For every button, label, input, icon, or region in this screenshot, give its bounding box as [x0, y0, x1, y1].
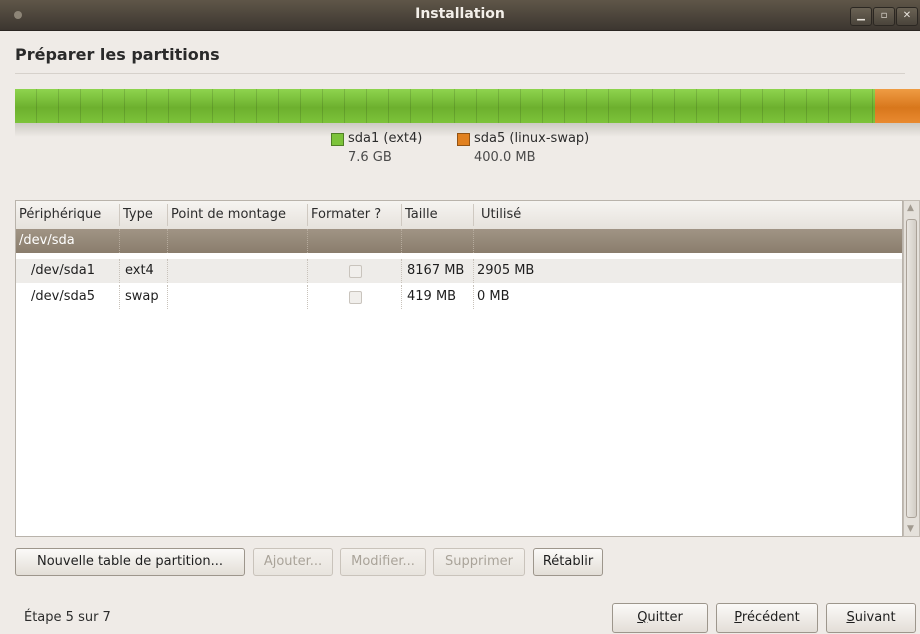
- partition-table[interactable]: Périphérique Type Point de montage Forma…: [15, 200, 903, 537]
- row-divider: [119, 259, 120, 283]
- cell-device: /dev/sda5: [31, 289, 95, 304]
- minimize-icon[interactable]: ▁: [850, 7, 872, 26]
- row-divider: [473, 229, 474, 253]
- modify-partition-button[interactable]: Modifier...: [340, 548, 426, 576]
- cell-used: 0 MB: [477, 289, 510, 304]
- scroll-up-icon[interactable]: ▲: [907, 203, 914, 213]
- row-divider: [167, 259, 168, 283]
- next-button[interactable]: Suivant: [826, 603, 916, 633]
- row-divider: [473, 285, 474, 309]
- row-divider: [401, 229, 402, 253]
- row-divider: [307, 229, 308, 253]
- title-bar[interactable]: Installation ▁ ▫ ✕: [0, 0, 920, 31]
- column-divider: [307, 204, 308, 226]
- new-partition-table-button[interactable]: Nouvelle table de partition...: [15, 548, 245, 576]
- header-type[interactable]: Type: [123, 207, 153, 222]
- window-title: Installation: [415, 6, 505, 22]
- add-partition-button[interactable]: Ajouter...: [253, 548, 333, 576]
- column-divider: [167, 204, 168, 226]
- legend-size: 7.6 GB: [348, 150, 392, 165]
- legend-label: sda5 (linux-swap): [474, 131, 590, 146]
- scrollbar-thumb[interactable]: [906, 219, 917, 518]
- back-button[interactable]: Précédent: [716, 603, 818, 633]
- maximize-icon[interactable]: ▫: [873, 7, 895, 26]
- header-format[interactable]: Formater ?: [311, 207, 381, 222]
- mnemonic: Q: [637, 610, 648, 625]
- partition-segment-sda1: [15, 89, 875, 123]
- step-indicator: Étape 5 sur 7: [24, 610, 111, 625]
- row-divider: [307, 285, 308, 309]
- header-size[interactable]: Taille: [405, 207, 438, 222]
- legend-swatch-ext4: [331, 133, 344, 146]
- cell-used: 2905 MB: [477, 263, 535, 278]
- row-divider: [167, 229, 168, 253]
- mnemonic: S: [846, 610, 855, 625]
- vertical-scrollbar[interactable]: ▲ ▼: [903, 200, 920, 537]
- table-row[interactable]: /dev/sda5 swap 419 MB 0 MB: [16, 285, 902, 309]
- installer-window: Installation ▁ ▫ ✕ Préparer les partitio…: [0, 0, 920, 634]
- table-row[interactable]: /dev/sda: [16, 229, 902, 253]
- button-label: uitter: [647, 610, 683, 625]
- cell-type: swap: [125, 289, 159, 304]
- row-divider: [119, 229, 120, 253]
- format-checkbox[interactable]: [349, 291, 362, 304]
- quit-button[interactable]: Quitter: [612, 603, 708, 633]
- header-used[interactable]: Utilisé: [481, 207, 521, 222]
- close-icon[interactable]: ✕: [896, 7, 918, 26]
- revert-button[interactable]: Rétablir: [533, 548, 603, 576]
- button-label: récédent: [741, 610, 800, 625]
- row-divider: [473, 259, 474, 283]
- cell-size: 419 MB: [407, 289, 457, 304]
- row-divider: [119, 285, 120, 309]
- delete-partition-button[interactable]: Supprimer: [433, 548, 525, 576]
- cell-device: /dev/sda: [19, 233, 75, 248]
- cell-size: 8167 MB: [407, 263, 465, 278]
- mnemonic: P: [734, 610, 742, 625]
- row-divider: [307, 259, 308, 283]
- partition-segment-sda5: [874, 89, 920, 123]
- button-label: uivant: [854, 610, 896, 625]
- row-divider: [167, 285, 168, 309]
- partition-bar: [15, 89, 920, 123]
- legend-label: sda1 (ext4): [348, 131, 423, 146]
- cell-type: ext4: [125, 263, 154, 278]
- legend-size: 400.0 MB: [474, 150, 536, 165]
- page-title: Préparer les partitions: [15, 45, 220, 64]
- column-divider: [473, 204, 474, 226]
- format-checkbox[interactable]: [349, 265, 362, 278]
- title-separator: [15, 73, 905, 74]
- cell-device: /dev/sda1: [31, 263, 95, 278]
- row-divider: [401, 259, 402, 283]
- row-divider: [401, 285, 402, 309]
- legend-swatch-swap: [457, 133, 470, 146]
- scroll-down-icon[interactable]: ▼: [907, 524, 914, 534]
- header-device[interactable]: Périphérique: [19, 207, 101, 222]
- column-divider: [119, 204, 120, 226]
- column-divider: [401, 204, 402, 226]
- header-mount[interactable]: Point de montage: [171, 207, 286, 222]
- table-header: Périphérique Type Point de montage Forma…: [16, 201, 902, 230]
- table-row[interactable]: /dev/sda1 ext4 8167 MB 2905 MB: [16, 259, 902, 283]
